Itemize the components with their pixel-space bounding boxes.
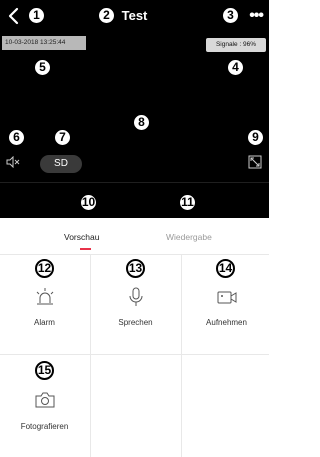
page-title: Test — [121, 8, 148, 23]
callout-14: 14 — [216, 259, 235, 278]
callout-13: 13 — [126, 259, 145, 278]
action-grid: Alarm Sprechen Aufnehmen Fotografieren — [0, 254, 269, 457]
callout-3: 3 — [221, 6, 240, 25]
microphone-icon — [129, 287, 143, 306]
action-label: Aufnehmen — [206, 318, 247, 327]
callout-5: 5 — [33, 58, 52, 77]
callout-11: 11 — [178, 193, 197, 212]
speaker-mute-icon[interactable] — [6, 156, 20, 168]
tab-bar: Vorschau Wiedergabe — [0, 218, 269, 254]
callout-12: 12 — [35, 259, 54, 278]
callout-9: 9 — [246, 128, 265, 147]
callout-15: 15 — [35, 361, 54, 380]
camera-icon — [35, 392, 55, 408]
callout-2: 2 — [97, 6, 116, 25]
action-label: Fotografieren — [20, 422, 69, 431]
timestamp-overlay: 10-03-2018 13:25:44 — [2, 36, 86, 50]
callout-6: 6 — [7, 128, 26, 147]
chevron-left-icon[interactable] — [6, 6, 22, 26]
callout-10: 10 — [79, 193, 98, 212]
more-dots-icon[interactable]: ••• — [249, 8, 264, 24]
fullscreen-icon[interactable] — [248, 155, 262, 169]
sd-quality-button[interactable]: SD — [40, 155, 82, 173]
callout-1: 1 — [27, 6, 46, 25]
action-label: Alarm — [34, 318, 55, 327]
callout-4: 4 — [226, 58, 245, 77]
active-tab-indicator — [80, 248, 91, 250]
alarm-light-icon — [36, 288, 54, 305]
video-camera-icon — [217, 291, 237, 304]
tab-wiedergabe[interactable]: Wiedergabe — [166, 231, 212, 243]
callout-7: 7 — [53, 128, 72, 147]
video-bottom-divider — [0, 182, 269, 183]
action-label: Sprechen — [118, 318, 153, 327]
callout-8: 8 — [132, 113, 151, 132]
tab-vorschau[interactable]: Vorschau — [64, 231, 99, 243]
signal-strength: Signale : 96% — [206, 38, 266, 52]
